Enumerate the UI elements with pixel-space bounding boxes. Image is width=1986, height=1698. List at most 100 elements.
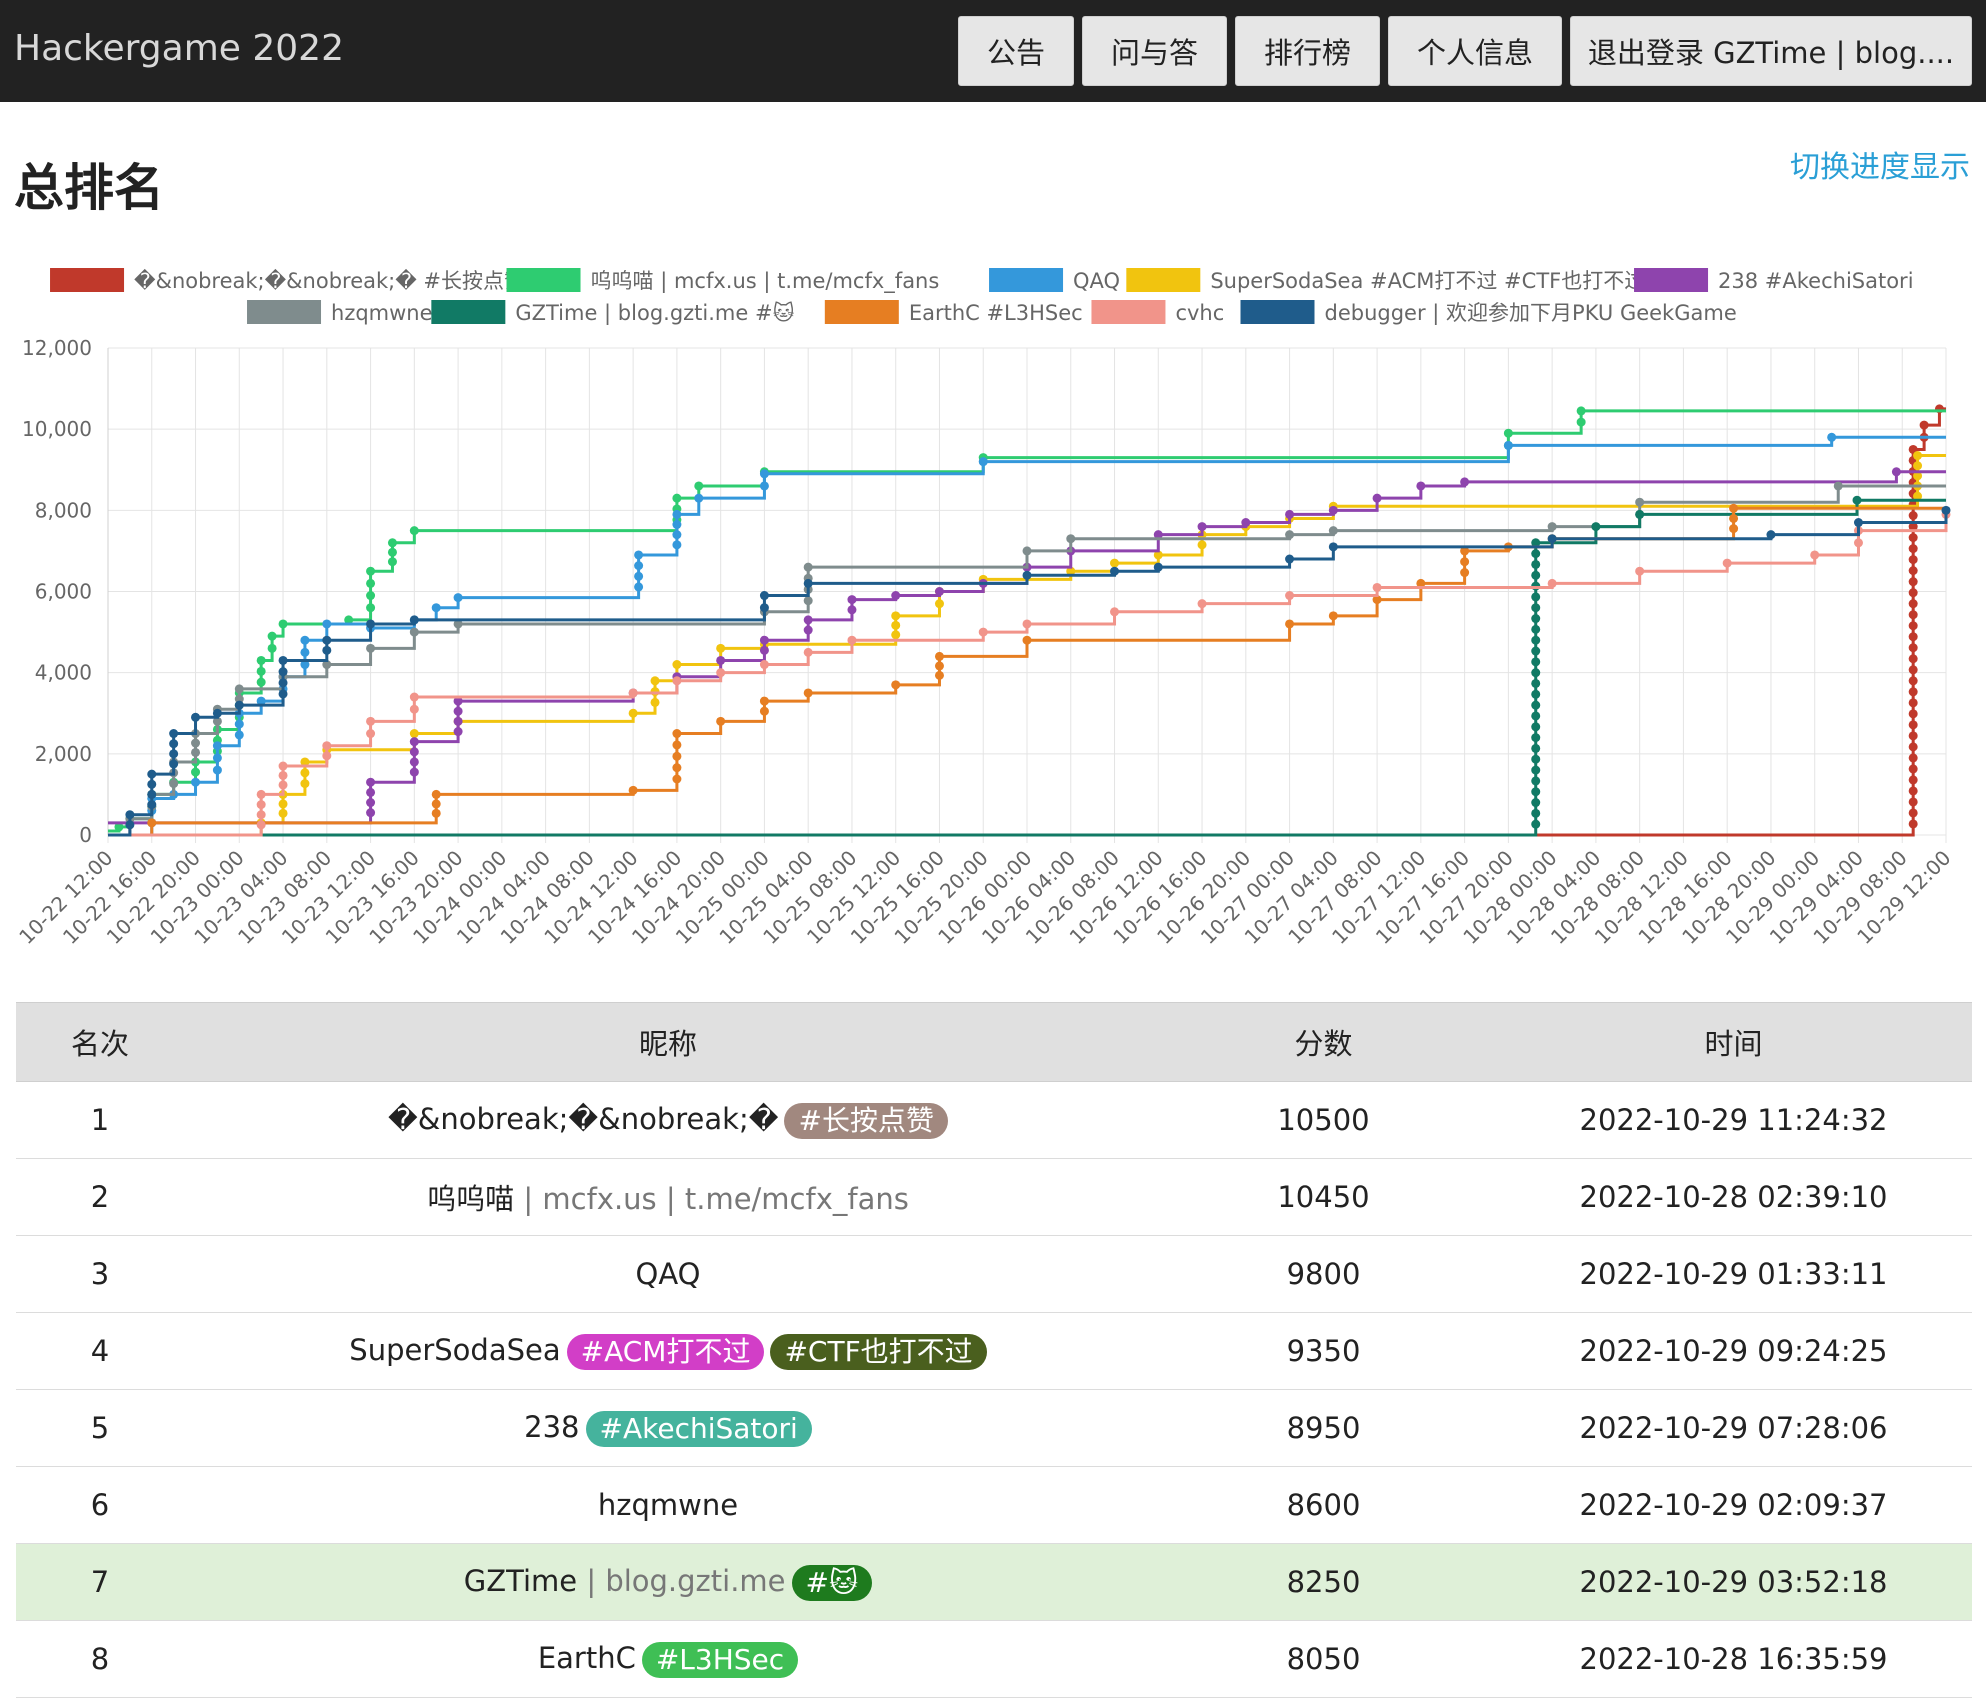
data-point[interactable] (1908, 731, 1918, 741)
data-point[interactable] (366, 798, 376, 808)
table-row[interactable]: 4 SuperSodaSea #ACM打不过 #CTF也打不过 9350 2022-10-… (16, 1312, 1972, 1390)
data-point[interactable] (1908, 808, 1918, 818)
data-point[interactable] (1853, 538, 1863, 548)
data-point[interactable] (300, 647, 310, 657)
data-point[interactable] (672, 774, 682, 784)
data-point[interactable] (891, 591, 901, 601)
data-point[interactable] (1531, 819, 1541, 829)
legend-item[interactable]: QAQ (989, 268, 1120, 293)
data-point[interactable] (650, 676, 660, 686)
data-point[interactable] (672, 676, 682, 686)
data-point[interactable] (1908, 621, 1918, 631)
data-point[interactable] (366, 643, 376, 653)
data-point[interactable] (934, 587, 944, 596)
data-point[interactable] (1908, 511, 1918, 521)
data-point[interactable] (628, 708, 638, 718)
legend-item[interactable]: EarthC #L3HSec (824, 300, 1083, 325)
data-point[interactable] (1729, 513, 1739, 523)
data-point[interactable] (1531, 635, 1541, 645)
data-point[interactable] (278, 761, 288, 771)
data-point[interactable] (759, 591, 769, 601)
data-point[interactable] (1852, 495, 1862, 505)
data-point[interactable] (1547, 534, 1557, 544)
data-point[interactable] (1153, 562, 1163, 572)
data-point[interactable] (1531, 733, 1541, 743)
legend-item[interactable]: hzqmwne (247, 300, 433, 325)
data-point[interactable] (1908, 764, 1918, 774)
data-point[interactable] (1197, 522, 1207, 532)
data-point[interactable] (366, 716, 376, 726)
data-point[interactable] (409, 704, 419, 714)
data-point[interactable] (1531, 614, 1541, 624)
data-point[interactable] (1908, 588, 1918, 598)
data-point[interactable] (1908, 720, 1918, 730)
data-point[interactable] (322, 751, 332, 761)
data-point[interactable] (1908, 797, 1918, 807)
data-point[interactable] (278, 689, 288, 699)
data-point[interactable] (1503, 440, 1513, 450)
data-point[interactable] (759, 696, 769, 706)
data-point[interactable] (1531, 787, 1541, 797)
data-point[interactable] (409, 757, 419, 767)
data-point[interactable] (453, 593, 463, 603)
data-point[interactable] (1913, 461, 1923, 471)
data-point[interactable] (1635, 497, 1645, 507)
data-point[interactable] (1531, 700, 1541, 710)
data-point[interactable] (1591, 522, 1601, 532)
data-point[interactable] (1908, 577, 1918, 587)
data-point[interactable] (1913, 451, 1923, 461)
table-row[interactable]: 6 hzqmwne 8600 2022-10-29 02:09:37 (16, 1466, 1972, 1544)
data-point[interactable] (672, 729, 682, 739)
legend-item[interactable]: SuperSodaSea #ACM打不过 #CTF也打不过 (1126, 268, 1645, 293)
data-point[interactable] (169, 779, 179, 789)
data-point[interactable] (634, 571, 644, 581)
data-point[interactable] (453, 706, 463, 716)
data-point[interactable] (650, 697, 660, 707)
data-point[interactable] (1328, 611, 1338, 621)
data-point[interactable] (234, 730, 244, 740)
data-point[interactable] (1908, 544, 1918, 554)
table-row[interactable]: 3 QAQ 9800 2022-10-29 01:33:11 (16, 1235, 1972, 1313)
table-row[interactable]: 7 GZTime | blog.gzti.me #🐱 8250 2022-10-29 0… (16, 1543, 1972, 1621)
data-point[interactable] (1372, 582, 1382, 592)
legend-item[interactable]: GZTime | blog.gzti.me #🐱 (431, 300, 795, 326)
data-point[interactable] (1197, 599, 1207, 609)
data-point[interactable] (1531, 570, 1541, 580)
data-point[interactable] (1827, 432, 1837, 442)
legend-item[interactable]: debugger | 欢迎参加下月PKU GeekGame (1240, 300, 1737, 326)
data-point[interactable] (759, 660, 769, 670)
data-point[interactable] (1531, 657, 1541, 667)
data-point[interactable] (147, 800, 157, 810)
data-point[interactable] (634, 561, 644, 571)
data-point[interactable] (672, 509, 682, 519)
data-point[interactable] (453, 727, 463, 737)
data-point[interactable] (453, 716, 463, 726)
data-point[interactable] (1908, 786, 1918, 796)
data-point[interactable] (1908, 533, 1918, 543)
data-point[interactable] (1328, 542, 1338, 552)
data-point[interactable] (191, 767, 201, 777)
data-point[interactable] (1328, 526, 1338, 536)
data-point[interactable] (1729, 524, 1739, 534)
data-point[interactable] (803, 562, 813, 572)
data-point[interactable] (1022, 546, 1032, 556)
data-point[interactable] (759, 603, 769, 613)
data-point[interactable] (169, 749, 179, 759)
data-point[interactable] (125, 820, 135, 830)
data-point[interactable] (1908, 698, 1918, 708)
data-point[interactable] (891, 611, 901, 621)
data-point[interactable] (1919, 420, 1929, 430)
data-point[interactable] (1531, 559, 1541, 569)
data-point[interactable] (256, 677, 266, 687)
data-point[interactable] (1908, 687, 1918, 697)
data-point[interactable] (1531, 722, 1541, 732)
data-point[interactable] (1531, 711, 1541, 721)
data-point[interactable] (803, 578, 813, 588)
data-point[interactable] (409, 747, 419, 757)
data-point[interactable] (431, 799, 441, 809)
data-point[interactable] (1110, 558, 1120, 568)
data-point[interactable] (803, 625, 813, 635)
data-point[interactable] (256, 655, 266, 665)
data-point[interactable] (1531, 549, 1541, 559)
data-point[interactable] (278, 770, 288, 780)
